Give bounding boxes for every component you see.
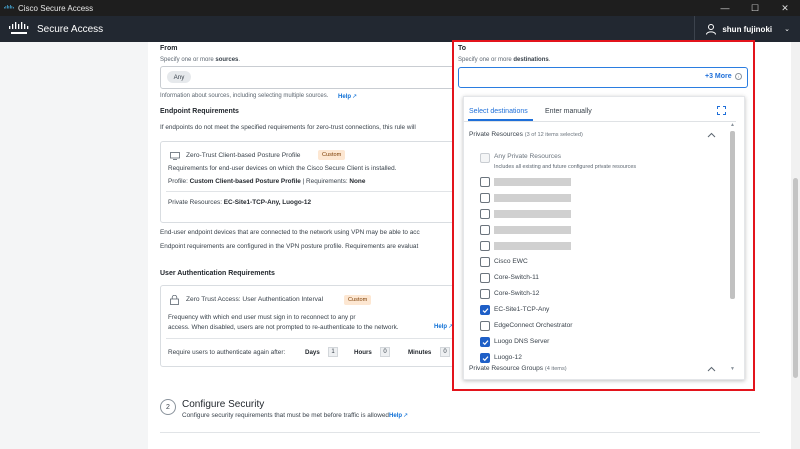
lock-icon <box>170 295 179 305</box>
highlight-frame <box>452 40 755 391</box>
cisco-logo-icon <box>4 5 14 9</box>
chevron-down-icon[interactable]: ⌄ <box>784 25 790 33</box>
maximize-button[interactable]: ☐ <box>740 0 770 16</box>
posture-profile-line: Profile: Custom Client-based Posture Pro… <box>168 178 366 185</box>
card-divider <box>166 338 456 339</box>
user-auth-card-title: Zero Trust Access: User Authentication I… <box>186 296 324 303</box>
days-label: Days <box>305 349 320 356</box>
posture-note: Endpoint requirements are configured in … <box>160 243 419 250</box>
configure-security-desc: Configure security requirements that mus… <box>182 412 391 419</box>
user-name[interactable]: shun fujinoki <box>722 25 772 34</box>
posture-card-title: Zero-Trust Client-based Posture Profile <box>186 152 301 159</box>
configure-help-link[interactable]: Help↗ <box>389 412 408 419</box>
hours-label: Hours <box>354 349 372 356</box>
source-chip-any[interactable]: Any <box>167 71 191 83</box>
section-divider <box>160 432 760 433</box>
posture-card-desc: Requirements for end-user devices on whi… <box>168 165 397 172</box>
days-input[interactable]: 1 <box>328 347 338 357</box>
user-auth-desc-1: Frequency with which end user must sign … <box>168 314 356 321</box>
card-divider <box>166 191 456 192</box>
app-header: Secure Access shun fujinoki ⌄ <box>0 16 800 42</box>
sources-help-link[interactable]: Help↗ <box>338 93 357 100</box>
minutes-label: Minutes <box>408 349 432 356</box>
window-titlebar: Cisco Secure Access — ☐ ✕ <box>0 0 800 16</box>
vpn-note: End-user endpoint devices that are conne… <box>160 229 420 236</box>
posture-custom-badge: Custom <box>318 150 346 160</box>
user-auth-help-link[interactable]: Help↗ <box>434 323 453 330</box>
hours-input[interactable]: 0 <box>380 347 390 357</box>
user-auth-custom-badge: Custom <box>344 295 372 305</box>
reauth-label: Require users to authenticate again afte… <box>168 349 286 356</box>
cisco-bars-icon <box>9 22 29 34</box>
endpoint-heading: Endpoint Requirements <box>160 108 239 115</box>
minimize-button[interactable]: — <box>710 0 740 16</box>
monitor-icon <box>170 152 180 160</box>
step-number: 2 <box>160 399 176 415</box>
minutes-input[interactable]: 0 <box>440 347 450 357</box>
endpoint-desc: If endpoints do not meet the specified r… <box>160 124 416 131</box>
sources-info: Information about sources, including sel… <box>160 93 329 99</box>
configure-security-title[interactable]: Configure Security <box>182 399 264 410</box>
sources-input[interactable] <box>160 66 455 89</box>
from-label: From <box>160 45 178 52</box>
user-auth-heading: User Authentication Requirements <box>160 270 275 277</box>
user-auth-desc-2: access. When disabled, users are not pro… <box>168 324 399 331</box>
app-title: Secure Access <box>37 23 104 35</box>
page-scrollbar-thumb[interactable] <box>793 178 798 378</box>
external-link-icon: ↗ <box>403 413 409 419</box>
user-icon[interactable] <box>705 23 717 35</box>
posture-resources-line: Private Resources: EC-Site1-TCP-Any, Luo… <box>168 199 312 206</box>
external-link-icon: ↗ <box>352 94 358 100</box>
from-hint: Specify one or more sources. <box>160 57 241 63</box>
close-button[interactable]: ✕ <box>770 0 800 16</box>
cisco-logo <box>9 22 29 36</box>
window-title: Cisco Secure Access <box>18 3 94 13</box>
